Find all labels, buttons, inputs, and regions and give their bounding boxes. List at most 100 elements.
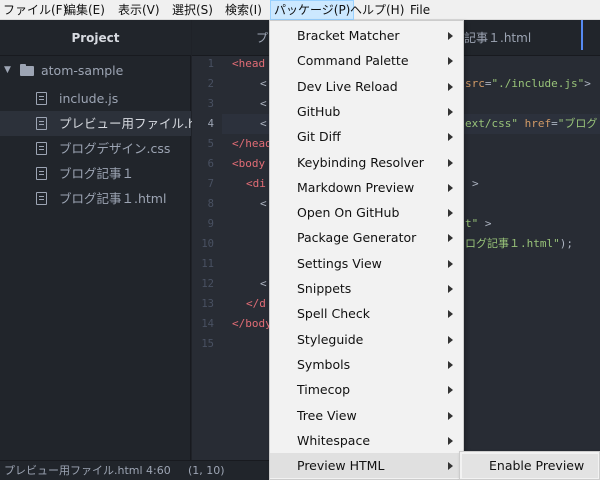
status-selection-count[interactable]: (1, 10) — [188, 461, 225, 480]
menu-item-label: Preview HTML — [297, 458, 385, 474]
submenu-arrow-icon — [448, 259, 453, 268]
code-string: t" — [465, 217, 479, 230]
submenu-arrow-icon — [448, 183, 453, 192]
menu-item-github[interactable]: GitHub — [270, 99, 463, 124]
menu-item-markdown-preview[interactable]: Markdown Preview — [270, 175, 463, 200]
line-number: 12 — [201, 278, 214, 290]
menu-packages[interactable]: パッケージ(P) — [270, 0, 355, 20]
menu-item-label: Symbols — [297, 356, 351, 372]
line-number: 15 — [201, 338, 214, 350]
submenu-arrow-icon — [448, 360, 453, 369]
status-file-name[interactable]: プレビュー用ファイル.html — [4, 461, 143, 480]
code-token: t" > — [465, 214, 492, 234]
menu-item-command-palette[interactable]: Command Palette — [270, 48, 463, 73]
menu-file-en[interactable]: File — [410, 0, 430, 20]
submenu-arrow-icon — [448, 133, 453, 142]
menu-bar: ファイル(F) 編集(E) 表示(V) 選択(S) 検索(I) パッケージ(P)… — [0, 0, 600, 20]
file-icon — [36, 117, 47, 130]
code-punct: = — [551, 117, 558, 130]
code-token: ログ記事１.html"); — [465, 234, 573, 254]
line-number-gutter: 1 2 3 4 5 6 7 8 9 10 11 12 13 14 15 — [192, 56, 222, 460]
menu-item-whitespace[interactable]: Whitespace — [270, 428, 463, 453]
code-token: </head — [232, 137, 272, 150]
menu-item-label: Timecop — [297, 382, 351, 398]
submenu-arrow-icon — [448, 386, 453, 395]
packages-menu: Bracket Matcher Command Palette Dev Live… — [269, 20, 464, 480]
tree-folder-atom-sample[interactable]: ▼ atom-sample — [0, 58, 191, 83]
menu-item-timecop[interactable]: Timecop — [270, 377, 463, 402]
code-string: "ブログ — [557, 117, 598, 130]
submenu-arrow-icon — [448, 310, 453, 319]
menu-item-label: Styleguide — [297, 331, 364, 347]
menu-help[interactable]: ヘルプ(H) — [350, 0, 404, 20]
submenu-arrow-icon — [448, 82, 453, 91]
code-token: ext/css" href="ブログ — [465, 114, 597, 134]
code-token: <head — [232, 57, 266, 70]
menu-item-git-diff[interactable]: Git Diff — [270, 124, 463, 149]
tab-right[interactable]: 記事１.html — [464, 20, 574, 56]
line-number: 14 — [201, 318, 214, 330]
preview-html-submenu: Enable Preview — [459, 451, 600, 480]
menu-item-tree-view[interactable]: Tree View — [270, 403, 463, 428]
chevron-down-icon: ▼ — [4, 65, 11, 75]
menu-find[interactable]: 検索(I) — [225, 0, 262, 20]
line-number: 9 — [207, 218, 214, 230]
file-label: ブログ記事１ — [59, 166, 135, 181]
submenu-arrow-icon — [448, 285, 453, 293]
line-number: 5 — [207, 138, 214, 150]
menu-item-styleguide[interactable]: Styleguide — [270, 327, 463, 352]
submenu-arrow-icon — [448, 32, 453, 40]
code-punct: > — [584, 77, 591, 90]
menu-item-preview-html[interactable]: Preview HTML — [270, 453, 463, 479]
menu-item-label: Whitespace — [297, 432, 371, 448]
menu-item-spell-check[interactable]: Spell Check — [270, 301, 463, 326]
menu-item-label: Enable Preview — [489, 458, 585, 473]
menu-file[interactable]: ファイル(F) — [3, 0, 67, 20]
menu-item-snippets[interactable]: Snippets — [270, 276, 463, 301]
submenu-arrow-icon — [448, 234, 453, 243]
code-token: < — [260, 97, 267, 110]
submenu-arrow-icon — [448, 57, 453, 66]
line-number: 3 — [207, 98, 214, 110]
code-token: < — [260, 277, 267, 290]
line-number: 2 — [207, 78, 214, 90]
menu-item-label: Tree View — [297, 407, 357, 423]
menu-item-label: Settings View — [297, 255, 382, 271]
status-cursor-position[interactable]: 4:60 — [146, 461, 171, 480]
tree-file-preview-html[interactable]: プレビュー用ファイル.html — [0, 111, 216, 136]
menu-item-label: Package Generator — [297, 230, 417, 246]
tab-left[interactable]: プ — [256, 20, 270, 56]
menu-item-dev-live-reload[interactable]: Dev Live Reload — [270, 74, 463, 99]
menu-item-label: Dev Live Reload — [297, 78, 398, 94]
menu-item-symbols[interactable]: Symbols — [270, 352, 463, 377]
menu-item-label: Snippets — [297, 281, 352, 296]
menu-selection[interactable]: 選択(S) — [172, 0, 213, 20]
tree-file-blog-post-html[interactable]: ブログ記事１.html — [0, 186, 191, 211]
menu-item-label: Git Diff — [297, 129, 341, 145]
project-panel-title: Project — [0, 20, 191, 56]
menu-item-bracket-matcher[interactable]: Bracket Matcher — [270, 23, 463, 48]
menu-item-enable-preview[interactable]: Enable Preview — [462, 454, 598, 478]
code-token: < — [260, 197, 267, 210]
submenu-arrow-icon — [448, 411, 453, 420]
submenu-arrow-icon — [448, 335, 453, 344]
line-number: 1 — [207, 58, 214, 70]
tree-file-blog-css[interactable]: ブログデザイン.css — [0, 136, 191, 161]
submenu-arrow-icon — [448, 107, 453, 116]
menu-view[interactable]: 表示(V) — [118, 0, 160, 20]
tree-file-blog-post[interactable]: ブログ記事１ — [0, 161, 191, 186]
submenu-arrow-icon — [448, 158, 453, 167]
menu-item-package-generator[interactable]: Package Generator — [270, 225, 463, 250]
menu-edit[interactable]: 編集(E) — [64, 0, 105, 20]
menu-item-settings-view[interactable]: Settings View — [270, 251, 463, 276]
menu-item-keybinding-resolver[interactable]: Keybinding Resolver — [270, 150, 463, 175]
line-number: 13 — [201, 298, 214, 310]
code-token: <body — [232, 157, 266, 170]
tree-file-include-js[interactable]: include.js — [0, 86, 191, 111]
code-token: </d — [246, 297, 266, 310]
menu-item-label: Open On GitHub — [297, 205, 400, 221]
code-punct: = — [484, 77, 492, 90]
submenu-arrow-icon — [448, 209, 453, 218]
menu-item-open-on-github[interactable]: Open On GitHub — [270, 200, 463, 225]
submenu-arrow-icon — [448, 436, 453, 445]
